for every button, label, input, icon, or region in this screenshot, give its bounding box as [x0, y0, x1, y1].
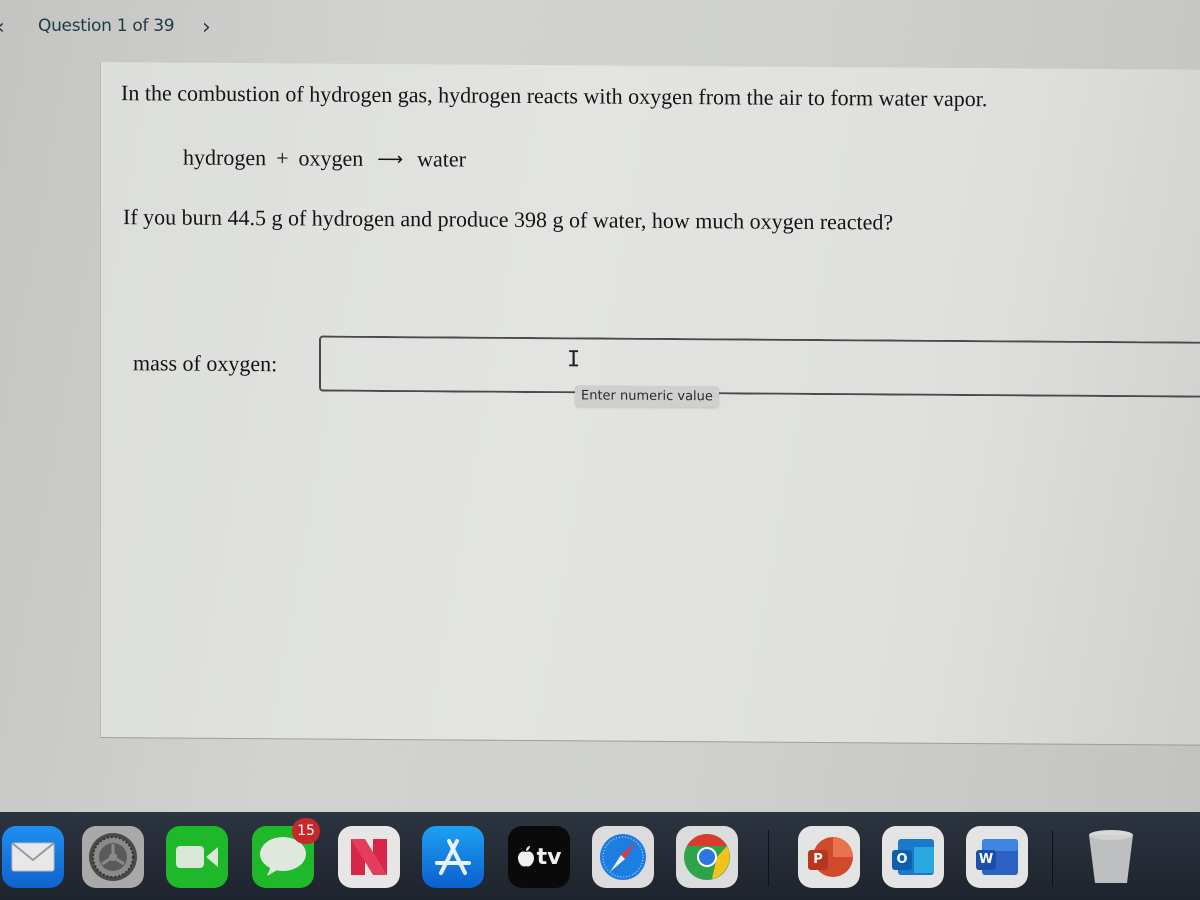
product-water: water: [417, 146, 466, 172]
question-intro: In the combustion of hydrogen gas, hydro…: [121, 80, 988, 112]
dock-separator: [1052, 830, 1053, 886]
dock: 15 tv P O W: [0, 812, 1200, 900]
powerpoint-letter: P: [808, 850, 828, 870]
dock-powerpoint[interactable]: P: [798, 826, 860, 888]
dock-app-store[interactable]: [422, 826, 484, 888]
video-camera-icon: [176, 846, 218, 868]
dock-facetime[interactable]: [166, 826, 228, 888]
reactant-hydrogen: hydrogen: [183, 144, 267, 171]
dock-chrome[interactable]: [676, 826, 738, 888]
gear-icon: [89, 833, 137, 881]
trash-icon: [1089, 830, 1133, 883]
dock-outlook[interactable]: O: [882, 826, 944, 888]
compass-icon: [600, 834, 646, 880]
dock-news[interactable]: [338, 826, 400, 888]
word-letter: W: [976, 850, 996, 870]
mass-of-oxygen-input[interactable]: [319, 335, 1200, 398]
input-tooltip: Enter numeric value: [575, 385, 719, 408]
mail-icon: [11, 842, 55, 872]
question-counter: Question 1 of 39: [38, 16, 175, 36]
dock-safari[interactable]: [592, 826, 654, 888]
text-cursor-icon: I: [567, 347, 581, 373]
messages-unread-badge: 15: [292, 818, 320, 844]
question-prompt: If you burn 44.5 g of hydrogen and produ…: [123, 204, 894, 235]
dock-trash[interactable]: [1080, 826, 1142, 888]
mass-of-oxygen-label: mass of oxygen:: [133, 350, 278, 377]
outlook-letter: O: [892, 850, 912, 870]
apple-tv-icon: tv: [517, 844, 562, 870]
next-question-button[interactable]: ›: [202, 14, 220, 42]
dock-system-preferences[interactable]: [82, 826, 144, 888]
chrome-icon: [684, 834, 730, 880]
plus-sign: +: [276, 145, 289, 171]
word-equation: hydrogen + oxygen ⟶ water: [183, 145, 466, 173]
dock-separator: [768, 830, 769, 886]
dock-word[interactable]: W: [966, 826, 1028, 888]
previous-question-button[interactable]: ‹: [0, 14, 12, 42]
reactant-oxygen: oxygen: [298, 145, 364, 171]
dock-apple-tv[interactable]: tv: [508, 826, 570, 888]
apple-tv-label: tv: [536, 844, 562, 870]
app-store-icon: [435, 839, 471, 875]
news-icon: [351, 839, 387, 875]
apple-logo-icon: [517, 846, 534, 867]
question-navigation: ‹ Question 1 of 39 ›: [0, 0, 1200, 56]
reaction-arrow-icon: ⟶: [377, 148, 404, 169]
dock-mail[interactable]: [2, 826, 64, 888]
question-panel: In the combustion of hydrogen gas, hydro…: [100, 62, 1200, 746]
dock-messages[interactable]: 15: [252, 818, 320, 888]
